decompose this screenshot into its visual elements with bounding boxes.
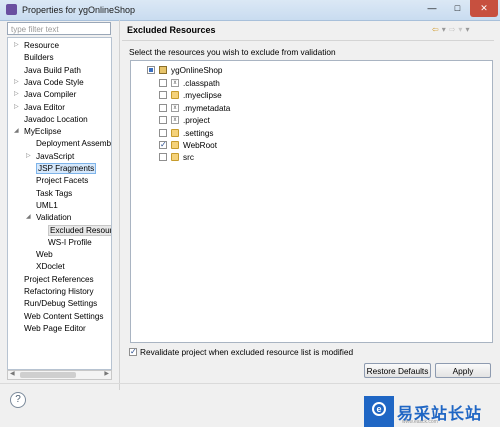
- tree-expand-icon[interactable]: ▷: [26, 151, 31, 162]
- tree-item[interactable]: Web Page Editor: [24, 323, 86, 334]
- close-button[interactable]: ✕: [470, 0, 498, 17]
- folder-icon: [171, 128, 179, 137]
- tree-item[interactable]: JavaScript: [36, 151, 74, 162]
- help-icon[interactable]: ?: [10, 392, 26, 408]
- filter-input[interactable]: type filter text: [7, 22, 111, 35]
- revalidate-checkbox[interactable]: ✓: [129, 348, 137, 356]
- file-icon: x: [171, 79, 179, 87]
- view-menu-icon[interactable]: ▾: [465, 25, 469, 34]
- window-title: Properties for ygOnlineShop: [22, 5, 136, 15]
- tree-item[interactable]: UML1: [36, 200, 58, 211]
- tree-item[interactable]: Javadoc Location: [24, 114, 88, 125]
- resource-label: .settings: [183, 128, 214, 138]
- tree-item[interactable]: Java Build Path: [24, 65, 81, 76]
- page-navigation: ⇦ ▾ ⇨ ▾ ▾: [432, 25, 472, 34]
- window-titlebar: Properties for ygOnlineShop — □ ✕: [0, 0, 500, 21]
- tree-item[interactable]: Builders: [24, 52, 54, 63]
- header-separator: [122, 40, 494, 41]
- tree-item[interactable]: Project Facets: [36, 175, 88, 186]
- revalidate-label: Revalidate project when excluded resourc…: [140, 347, 354, 357]
- file-icon: x: [171, 116, 179, 125]
- minimize-button[interactable]: —: [419, 0, 445, 17]
- scrollbar-thumb[interactable]: [20, 372, 76, 378]
- resource-checkbox[interactable]: [159, 91, 167, 100]
- watermark-url: www.easck.com: [402, 419, 438, 425]
- tree-expand-icon[interactable]: ▷: [14, 89, 19, 100]
- tree-item[interactable]: JSP Fragments: [36, 163, 97, 174]
- sash-divider[interactable]: [119, 20, 120, 390]
- resource-checkbox[interactable]: [159, 128, 167, 137]
- watermark-logo-icon: e: [372, 402, 386, 416]
- project-icon: [159, 66, 167, 74]
- resource-checkbox[interactable]: [159, 116, 167, 125]
- tree-item[interactable]: Validation: [36, 212, 71, 223]
- apply-button[interactable]: Apply: [435, 363, 491, 378]
- back-arrow-icon[interactable]: ⇦: [432, 25, 439, 34]
- tree-expand-icon[interactable]: ▷: [14, 40, 19, 51]
- tree-item[interactable]: Resource: [24, 40, 59, 51]
- forward-arrow-icon[interactable]: ⇨: [449, 25, 456, 34]
- tree-item[interactable]: WS-I Profile: [48, 237, 92, 248]
- folder-icon: [171, 91, 179, 100]
- back-menu-icon[interactable]: ▾: [442, 25, 446, 34]
- tree-item[interactable]: XDoclet: [36, 261, 65, 272]
- resource-checkbox[interactable]: ✓: [159, 141, 167, 149]
- page-description: Select the resources you wish to exclude…: [129, 47, 336, 57]
- maximize-button[interactable]: □: [445, 0, 470, 17]
- resource-label: WebRoot: [183, 141, 217, 150]
- page-title: Excluded Resources: [127, 25, 216, 35]
- resource-tree: ygOnlineShop x .classpath .myeclipse x .mymet…: [130, 60, 493, 343]
- tree-item[interactable]: MyEclipse: [24, 126, 61, 137]
- tree-item[interactable]: Web Content Settings: [24, 311, 104, 322]
- tree-item[interactable]: Refactoring History: [24, 286, 94, 297]
- app-icon: [6, 4, 17, 15]
- tree-item[interactable]: Excluded Resourc: [48, 224, 111, 236]
- project-checkbox[interactable]: [147, 66, 155, 74]
- folder-icon: [171, 153, 179, 162]
- tree-horizontal-scrollbar[interactable]: ◀ ▶: [7, 370, 112, 380]
- resource-checkbox[interactable]: [159, 103, 167, 112]
- tree-expand-icon[interactable]: ◢: [26, 212, 31, 223]
- tree-item[interactable]: Task Tags: [36, 188, 72, 199]
- tree-item[interactable]: Run/Debug Settings: [24, 298, 97, 309]
- resource-checkbox[interactable]: [159, 79, 167, 87]
- resource-label: .myeclipse: [183, 91, 222, 101]
- scroll-left-icon[interactable]: ◀: [10, 370, 15, 377]
- tree-expand-icon[interactable]: ◢: [14, 126, 19, 137]
- resource-label: .classpath: [183, 79, 220, 88]
- forward-menu-icon[interactable]: ▾: [458, 25, 462, 34]
- property-page-tree: ▷ Resource Builders Java Build Path ▷ Java Co…: [7, 37, 112, 370]
- tree-item[interactable]: Java Editor: [24, 102, 65, 113]
- resource-label: .mymetadata: [183, 103, 231, 113]
- tree-expand-icon[interactable]: ▷: [14, 102, 19, 113]
- tree-item[interactable]: Web: [36, 249, 53, 260]
- tree-item[interactable]: Deployment Assembl: [36, 138, 111, 149]
- resource-label: .project: [183, 116, 210, 126]
- tree-item[interactable]: Java Code Style: [24, 77, 84, 88]
- folder-icon: [171, 141, 179, 149]
- footer-separator: [0, 383, 500, 384]
- resource-checkbox[interactable]: [159, 153, 167, 162]
- restore-defaults-button[interactable]: Restore Defaults: [364, 363, 431, 378]
- tree-expand-icon[interactable]: ▷: [14, 77, 19, 88]
- tree-item[interactable]: Project References: [24, 274, 94, 285]
- file-icon: x: [171, 103, 179, 112]
- resource-label: src: [183, 153, 194, 163]
- tree-item[interactable]: Java Compiler: [24, 89, 76, 100]
- project-label: ygOnlineShop: [171, 66, 223, 75]
- scroll-right-icon[interactable]: ▶: [104, 370, 109, 377]
